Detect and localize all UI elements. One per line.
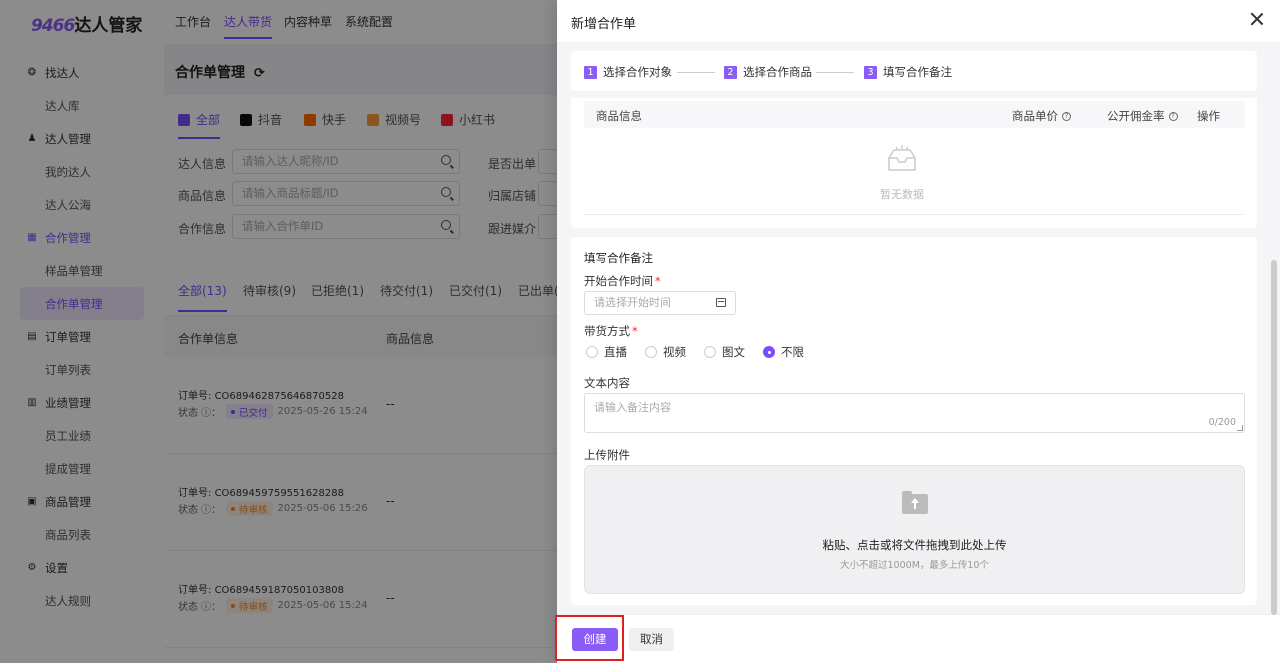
radio-label: 图文: [722, 345, 745, 359]
radio-circle: [704, 346, 716, 358]
app-root: 9466达人管家 ❂ 找达人 达人库 ♟ 达人管理 我的达人 达人公海 ▦ 合作管理 样品单管理合…: [0, 0, 1280, 663]
radio-video[interactable]: 视频: [645, 344, 686, 360]
close-icon[interactable]: [1250, 12, 1264, 26]
help-icon[interactable]: ?: [1168, 111, 1178, 121]
radio-label: 视频: [663, 345, 686, 359]
upload-folder-icon: [902, 491, 928, 514]
start-date-picker[interactable]: 请选择开始时间: [584, 291, 736, 315]
pth-commission-label: 公开佣金率: [1107, 109, 1165, 123]
notes-textarea[interactable]: 请输入备注内容 0/200: [584, 393, 1245, 433]
attachment-label: 上传附件: [584, 448, 630, 462]
pth-price: 商品单价?: [1012, 108, 1071, 124]
radio-image-text[interactable]: 图文: [704, 344, 745, 360]
notes-form-card: 填写合作备注 开始合作时间 * 请选择开始时间 带货方式 * 直播 视频 图文 不限…: [571, 237, 1257, 605]
step-2[interactable]: 2 选择合作商品: [724, 64, 812, 80]
drawer-footer: 创建 取消: [557, 614, 1280, 663]
sales-mode-label-text: 带货方式: [584, 324, 630, 338]
drawer-scrollbar[interactable]: [1271, 260, 1277, 615]
upload-hint: 粘贴、点击或将文件拖拽到此处上传: [822, 538, 1007, 552]
step-1[interactable]: 1 选择合作对象: [584, 64, 672, 80]
radio-circle: [645, 346, 657, 358]
required-mark: *: [632, 324, 638, 338]
calendar-icon: [716, 298, 726, 307]
step-number: 2: [724, 65, 737, 79]
required-mark: *: [655, 274, 661, 288]
pth-info: 商品信息: [596, 109, 642, 123]
help-icon[interactable]: ?: [1062, 111, 1071, 121]
resize-handle[interactable]: [1237, 425, 1243, 431]
pth-commission: 公开佣金率?: [1107, 108, 1178, 124]
sales-mode-radios: 直播 视频 图文 不限: [586, 344, 822, 360]
create-button-highlight: [555, 615, 624, 661]
radio-label: 不限: [781, 345, 804, 359]
start-date-placeholder: 请选择开始时间: [594, 296, 671, 309]
step-number: 1: [584, 65, 597, 79]
upload-limit: 大小不超过1000M，最多上传10个: [840, 560, 989, 571]
upload-dropzone[interactable]: 粘贴、点击或将文件拖拽到此处上传 大小不超过1000M，最多上传10个: [584, 465, 1245, 594]
step-3[interactable]: 3 填写合作备注: [864, 64, 952, 80]
cancel-button[interactable]: 取消: [629, 628, 674, 651]
step-label: 选择合作对象: [603, 65, 672, 79]
steps-bar: 1 选择合作对象 2 选择合作商品 3 填写合作备注: [571, 51, 1257, 91]
step-label: 选择合作商品: [743, 65, 812, 79]
pth-price-label: 商品单价: [1012, 109, 1058, 123]
table-divider: [584, 214, 1245, 215]
notes-placeholder: 请输入备注内容: [594, 401, 671, 414]
step-label: 填写合作备注: [883, 65, 952, 79]
radio-circle: [763, 346, 775, 358]
start-time-label: 开始合作时间 *: [584, 273, 661, 289]
radio-circle: [586, 346, 598, 358]
empty-inbox-icon: [888, 145, 916, 171]
step-divider: [816, 72, 854, 73]
text-content-label: 文本内容: [584, 376, 630, 390]
radio-unlimited[interactable]: 不限: [763, 344, 804, 360]
step-divider: [677, 72, 715, 73]
drawer-title: 新增合作单: [571, 17, 637, 32]
new-coop-drawer: 新增合作单 1 选择合作对象 2 选择合作商品 3 填写合作备注 商品信息 商品单价?…: [557, 0, 1280, 663]
step-number: 3: [864, 65, 877, 79]
sales-mode-label: 带货方式 *: [584, 323, 638, 339]
pth-action: 操作: [1197, 109, 1220, 123]
drawer-header: 新增合作单: [557, 0, 1280, 42]
char-counter: 0/200: [1208, 417, 1236, 428]
product-table-header: 商品信息 商品单价? 公开佣金率? 操作: [584, 101, 1245, 128]
product-table-card: 商品信息 商品单价? 公开佣金率? 操作 暂无数据: [571, 98, 1257, 228]
empty-text: 暂无数据: [880, 188, 924, 201]
radio-label: 直播: [604, 345, 627, 359]
start-time-label-text: 开始合作时间: [584, 274, 653, 288]
radio-live[interactable]: 直播: [586, 344, 627, 360]
notes-section-title: 填写合作备注: [584, 251, 653, 265]
